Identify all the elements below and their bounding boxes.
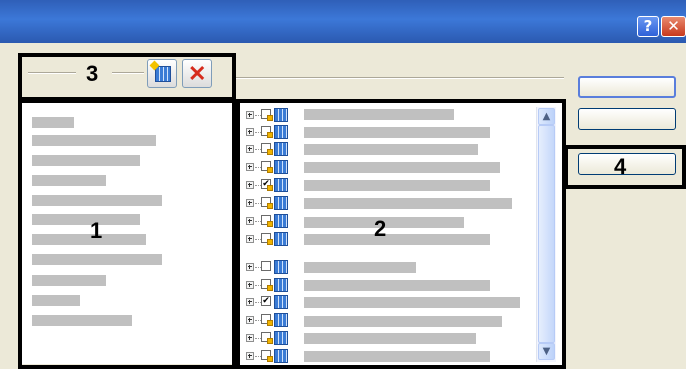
callout-3-box xyxy=(18,53,236,101)
dialog-button-2[interactable] xyxy=(578,108,676,130)
toolbar-separator-right xyxy=(234,77,564,79)
help-button[interactable]: ? xyxy=(637,16,659,37)
callout-1-box xyxy=(18,99,236,369)
callout-4-box xyxy=(564,145,686,189)
callout-2-box xyxy=(236,99,566,369)
title-bar xyxy=(0,0,686,43)
dialog-button-1[interactable] xyxy=(578,76,676,98)
close-button[interactable]: ✕ xyxy=(661,16,686,37)
